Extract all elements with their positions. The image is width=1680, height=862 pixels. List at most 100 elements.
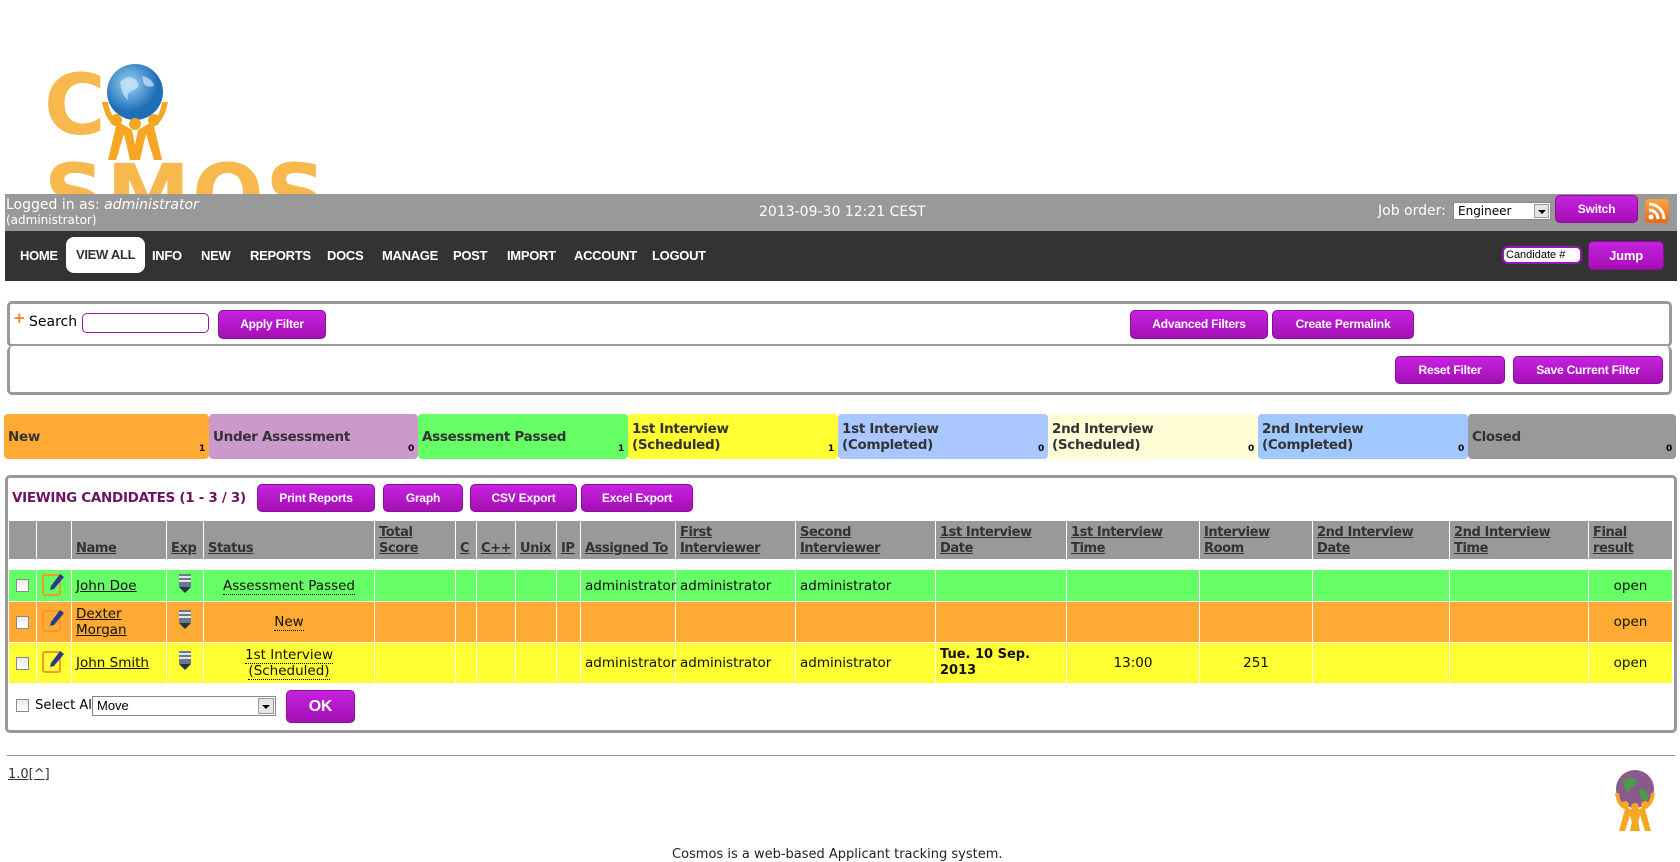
candidate-name-link[interactable]: Dexter Morgan (76, 606, 127, 638)
stage-new[interactable]: New 1 (4, 414, 209, 459)
graph-button[interactable]: Graph (383, 484, 463, 512)
col-total-score[interactable]: Total Score (374, 520, 456, 560)
row-checkbox[interactable] (16, 615, 29, 629)
ip-cell (556, 642, 581, 684)
stage-label: 2nd Interview (Scheduled) (1052, 420, 1154, 453)
logged-in-user: administrator (104, 197, 199, 213)
job-order-value: Engineer (1458, 204, 1512, 218)
bulk-action-select[interactable]: Move (92, 696, 276, 716)
nav-import[interactable]: IMPORT (507, 248, 556, 263)
version-link[interactable]: 1.0[^] (8, 767, 50, 782)
second-interview-time-cell (1449, 569, 1589, 602)
first-interview-time-cell (1066, 569, 1200, 602)
candidate-status[interactable]: 1st Interview (Scheduled) (245, 647, 333, 680)
total-score-cell (374, 601, 456, 643)
nav-reports[interactable]: REPORTS (250, 248, 311, 263)
candidate-number-input[interactable]: Candidate # (1502, 246, 1582, 264)
stage-2nd-interview-completed[interactable]: 2nd Interview (Completed) 0 (1258, 414, 1468, 459)
edit-icon[interactable] (36, 601, 72, 643)
assigned-to-cell: administrator (580, 569, 676, 602)
select-all-checkbox[interactable] (16, 699, 29, 712)
col-1st-interview-time[interactable]: 1st Interview Time (1066, 520, 1200, 560)
search-input[interactable] (82, 313, 209, 333)
stage-assessment-passed[interactable]: Assessment Passed 1 (418, 414, 628, 459)
unix-cell (515, 569, 557, 602)
candidate-status[interactable]: Assessment Passed (222, 577, 356, 595)
candidate-status[interactable]: New (274, 614, 304, 631)
col-name[interactable]: Name (71, 520, 167, 560)
job-order-select[interactable]: Engineer (1453, 202, 1551, 220)
stage-1st-interview-completed[interactable]: 1st Interview (Completed) 0 (838, 414, 1048, 459)
col-2nd-interview-date[interactable]: 2nd Interview Date (1312, 520, 1450, 560)
col-select (8, 520, 37, 560)
stage-label: Assessment Passed (422, 428, 567, 445)
print-reports-button[interactable]: Print Reports (257, 484, 375, 512)
stage-1st-interview-scheduled[interactable]: 1st Interview (Scheduled) 1 (628, 414, 838, 459)
experience-icon[interactable] (166, 569, 204, 602)
stage-count: 0 (1458, 444, 1464, 454)
stage-under-assessment[interactable]: Under Assessment 0 (209, 414, 418, 459)
col-cpp[interactable]: C++ (476, 520, 516, 560)
nav-info[interactable]: INFO (152, 248, 182, 263)
rss-icon[interactable] (1645, 199, 1669, 223)
stage-closed[interactable]: Closed 0 (1468, 414, 1676, 459)
col-assigned-to[interactable]: Assigned To (580, 520, 676, 560)
nav-post[interactable]: POST (453, 248, 488, 263)
nav-docs[interactable]: DOCS (327, 248, 364, 263)
save-current-filter-button[interactable]: Save Current Filter (1513, 356, 1663, 384)
nav-view-all[interactable]: VIEW ALL (66, 237, 146, 273)
nav-new[interactable]: NEW (201, 248, 231, 263)
create-permalink-button[interactable]: Create Permalink (1272, 310, 1414, 339)
select-all[interactable]: Select All (16, 698, 96, 713)
cpp-cell (476, 569, 516, 602)
nav-manage[interactable]: MANAGE (382, 248, 438, 263)
col-unix[interactable]: Unix (515, 520, 557, 560)
c-cell (455, 569, 477, 602)
reset-filter-button[interactable]: Reset Filter (1395, 356, 1505, 384)
footer-globe-logo (1611, 769, 1659, 831)
excel-export-button[interactable]: Excel Export (581, 484, 693, 512)
col-2nd-interview-time[interactable]: 2nd Interview Time (1449, 520, 1589, 560)
switch-button[interactable]: Switch (1555, 195, 1638, 223)
second-interview-date-cell (1312, 569, 1450, 602)
jump-button[interactable]: Jump (1588, 241, 1664, 270)
total-score-cell (374, 569, 456, 602)
col-c[interactable]: C (455, 520, 477, 560)
logged-in-label: Logged in as: administrator (6, 197, 199, 213)
interview-room-cell (1199, 601, 1313, 643)
stage-count: 1 (199, 444, 205, 454)
row-checkbox[interactable] (16, 579, 29, 592)
col-1st-interview-date[interactable]: 1st Interview Date (935, 520, 1067, 560)
main-nav: HOME VIEW ALL INFO NEW REPORTS DOCS MANA… (5, 231, 1677, 281)
col-first-interviewer[interactable]: First Interviewer (675, 520, 796, 560)
experience-icon[interactable] (166, 642, 204, 684)
edit-icon[interactable] (36, 642, 72, 684)
stage-count: 0 (1666, 444, 1672, 454)
nav-home[interactable]: HOME (20, 248, 58, 263)
nav-account[interactable]: ACCOUNT (574, 248, 637, 263)
col-final-result[interactable]: Final result (1588, 520, 1673, 560)
edit-icon[interactable] (36, 569, 72, 602)
nav-logout[interactable]: LOGOUT (652, 248, 706, 263)
col-ip[interactable]: IP (556, 520, 581, 560)
candidate-name-link[interactable]: John Smith (76, 655, 149, 671)
row-checkbox[interactable] (16, 656, 29, 670)
col-status[interactable]: Status (203, 520, 375, 560)
col-interview-room[interactable]: Interview Room (1199, 520, 1313, 560)
viewing-candidates-title: VIEWING CANDIDATES (1 - 3 / 3) (12, 490, 246, 506)
csv-export-button[interactable]: CSV Export (470, 484, 577, 512)
footer-divider (7, 755, 1675, 756)
experience-icon[interactable] (166, 601, 204, 643)
candidate-name-link[interactable]: John Doe (76, 578, 137, 594)
logged-in-role: (administrator) (6, 213, 97, 227)
ip-cell (556, 569, 581, 602)
col-second-interviewer[interactable]: Second Interviewer (795, 520, 936, 560)
apply-filter-button[interactable]: Apply Filter (218, 310, 326, 339)
advanced-filters-button[interactable]: Advanced Filters (1130, 310, 1268, 339)
plus-icon[interactable]: + (13, 309, 26, 327)
interview-room-cell: 251 (1199, 642, 1313, 684)
col-exp[interactable]: Exp (166, 520, 204, 560)
current-datetime: 2013-09-30 12:21 CEST (759, 204, 926, 220)
stage-2nd-interview-scheduled[interactable]: 2nd Interview (Scheduled) 0 (1048, 414, 1258, 459)
ok-button[interactable]: OK (286, 690, 355, 723)
